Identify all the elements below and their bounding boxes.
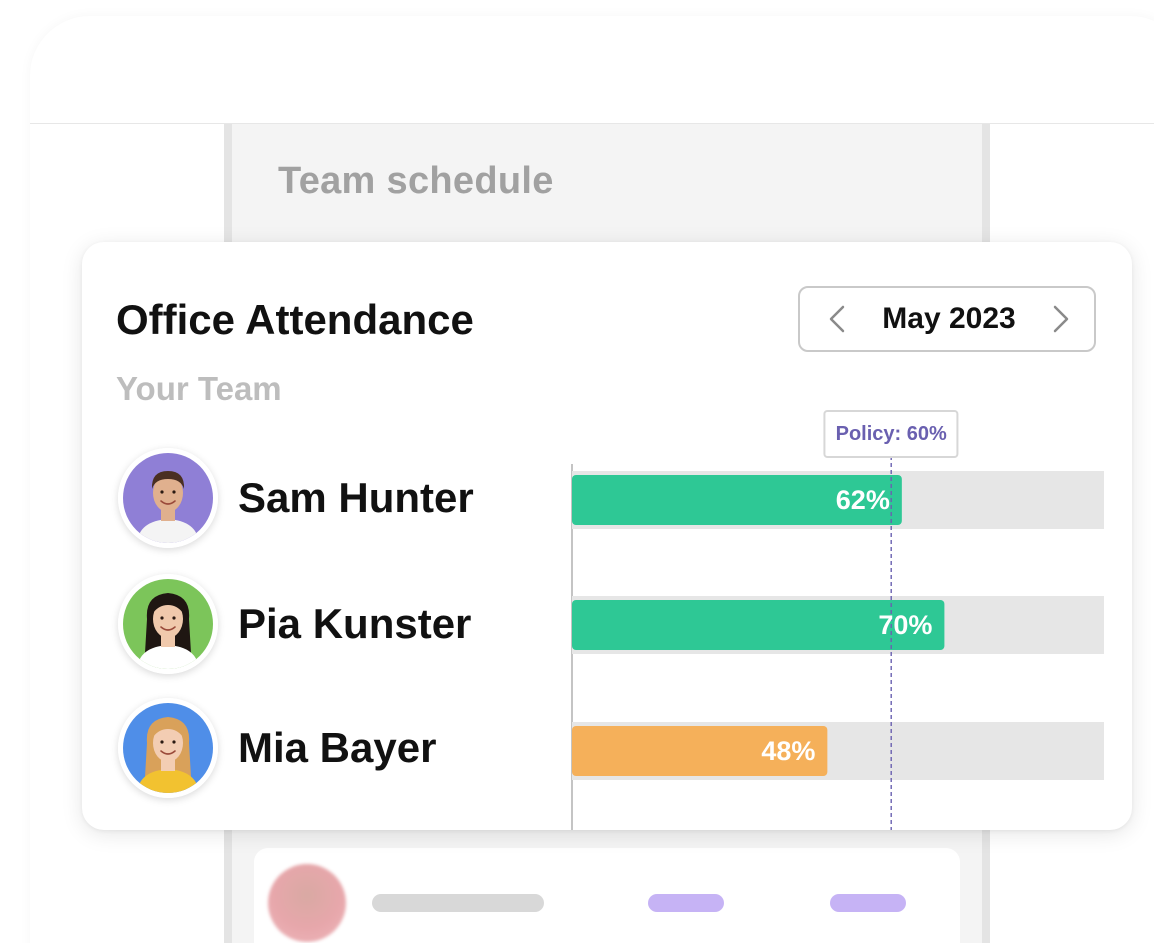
placeholder-avatar	[268, 864, 346, 942]
team-schedule-title: Team schedule	[278, 160, 554, 202]
policy-badge: Policy: 60%	[823, 410, 959, 458]
placeholder-pill	[648, 894, 724, 912]
window-header	[30, 16, 1154, 124]
placeholder-pill	[830, 894, 906, 912]
bar-value-label: 48%	[761, 736, 816, 766]
bar-value-label: 70%	[878, 610, 933, 640]
bar-value-label: 62%	[835, 485, 890, 515]
office-attendance-card: Office Attendance Your Team May 2023 Sam…	[82, 242, 1132, 830]
placeholder-name-line	[372, 894, 544, 912]
